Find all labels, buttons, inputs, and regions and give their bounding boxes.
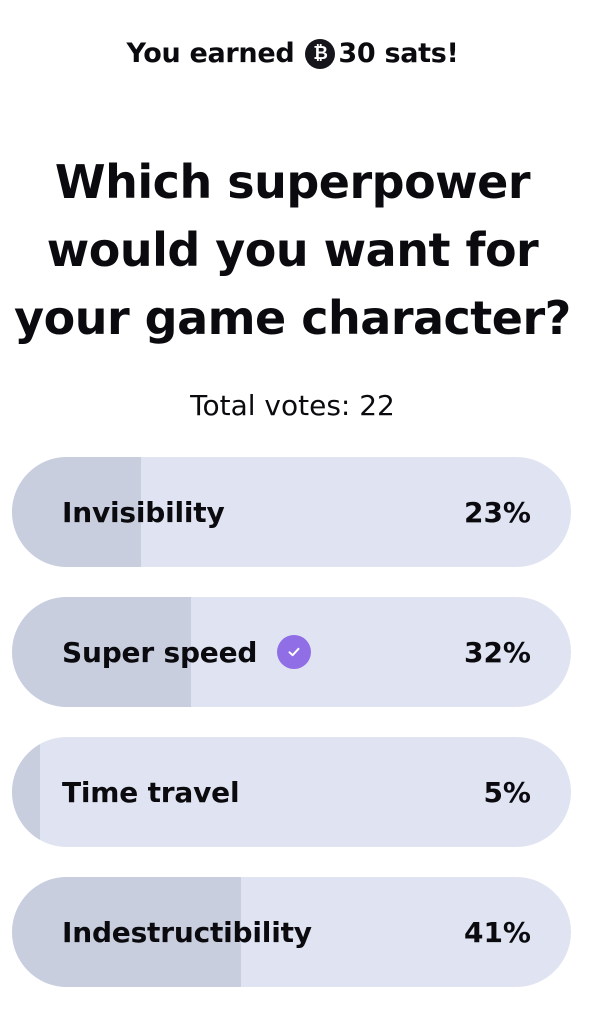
earned-amount: 30 sats! bbox=[338, 38, 459, 69]
total-votes: Total votes: 22 bbox=[190, 389, 395, 422]
poll-option-label-wrap: Invisibility bbox=[62, 457, 225, 567]
bitcoin-coin-icon: ₿ bbox=[305, 38, 336, 69]
poll-option-label: Invisibility bbox=[62, 495, 225, 529]
poll-option-label: Time travel bbox=[62, 775, 240, 809]
earned-prefix: You earned bbox=[126, 38, 295, 69]
poll-option-super-speed[interactable]: Super speed 32% bbox=[12, 597, 571, 707]
check-circle-icon bbox=[277, 635, 312, 669]
earned-banner: You earned ₿ 30 sats! bbox=[0, 38, 585, 69]
poll-option-indestructibility[interactable]: Indestructibility 41% bbox=[12, 877, 571, 987]
poll-option-invisibility[interactable]: Invisibility 23% bbox=[12, 457, 571, 567]
poll-option-label: Indestructibility bbox=[62, 915, 312, 949]
poll-option-percent: 41% bbox=[463, 915, 531, 949]
poll-option-label-wrap: Indestructibility bbox=[62, 877, 312, 987]
poll-option-time-travel[interactable]: Time travel 5% bbox=[12, 737, 571, 847]
poll-options: Invisibility 23% Super speed 32% Time tr… bbox=[12, 457, 571, 1017]
poll-option-percent: 5% bbox=[483, 775, 531, 809]
poll-option-label: Super speed bbox=[62, 635, 258, 669]
poll-option-label-wrap: Super speed bbox=[62, 597, 312, 707]
poll-option-percent: 32% bbox=[463, 635, 531, 669]
poll-option-label-wrap: Time travel bbox=[62, 737, 240, 847]
poll-option-percent: 23% bbox=[463, 495, 531, 529]
poll-option-fill bbox=[12, 737, 40, 847]
poll-question: Which superpower would you want for your… bbox=[14, 155, 571, 345]
